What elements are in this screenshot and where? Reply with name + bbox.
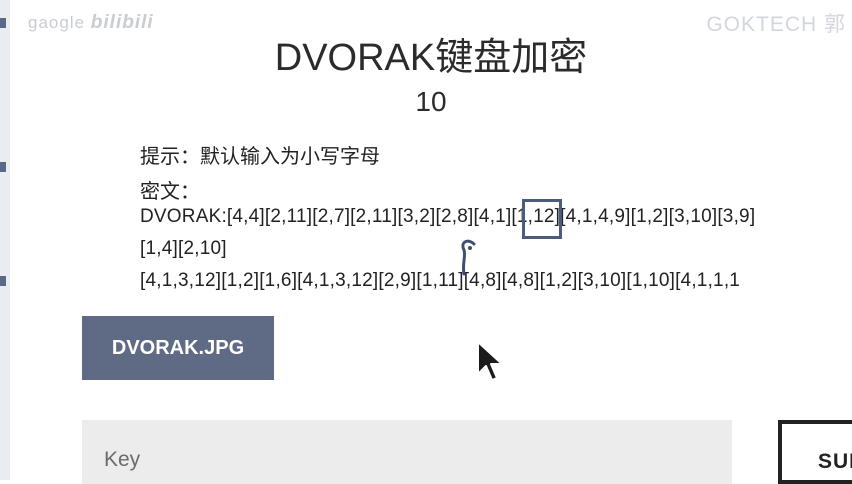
cipher-label: 密文： — [140, 181, 200, 203]
cipher-line: [4,1,3,12][1,2][1,6][4,1,3,12][2,9][1,11… — [140, 270, 741, 291]
challenge-page: gaogle bilibili GOKTECH 郭 DVORAK键盘加密 10 … — [10, 0, 852, 484]
edge-marker — [0, 18, 6, 28]
hint-text: 提示：默认输入为小写字母 — [140, 146, 380, 168]
submit-button[interactable]: SUB — [778, 420, 852, 484]
edge-marker — [0, 162, 6, 172]
challenge-points: 10 — [415, 86, 447, 117]
pen-scribble-icon — [461, 239, 476, 276]
left-window-edge — [0, 0, 10, 480]
edge-marker — [0, 276, 6, 286]
cipher-line: DVORAK:[4,4][2,11][2,7][2,11][3,2][2,8][… — [140, 206, 756, 227]
key-input[interactable]: Key — [82, 420, 732, 484]
attachment-download-button[interactable]: DVORAK.JPG — [82, 316, 274, 380]
mouse-pointer-icon — [477, 341, 503, 381]
annotation-highlight-box — [522, 199, 562, 239]
cipher-line: [1,4][2,10] — [140, 238, 227, 259]
challenge-title: DVORAK键盘加密 — [274, 37, 588, 79]
